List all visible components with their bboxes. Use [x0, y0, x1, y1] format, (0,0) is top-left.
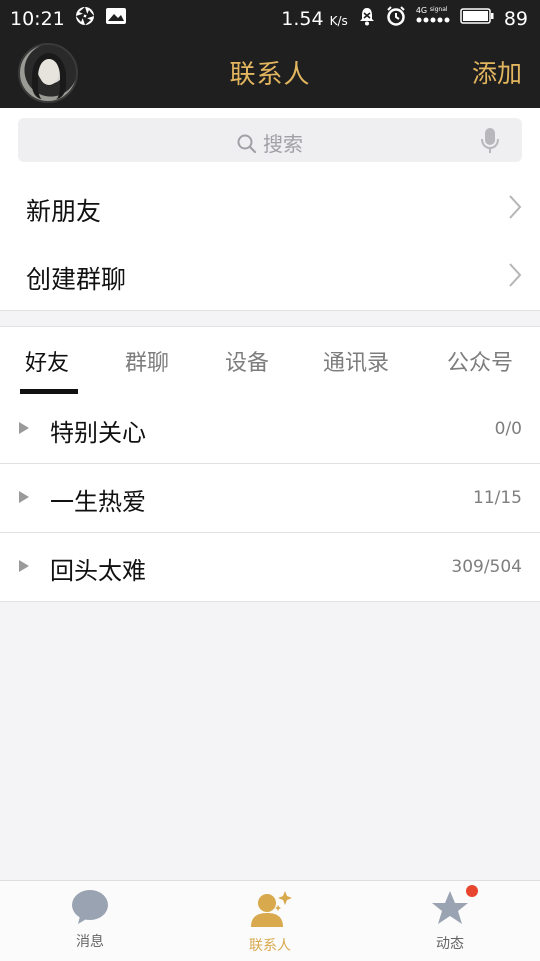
battery-level: 89 — [503, 7, 528, 30]
speed-value: 1.54 — [281, 7, 324, 30]
search-placeholder: 搜索 — [263, 132, 303, 156]
chevron-right-icon — [508, 262, 522, 292]
search-icon — [237, 134, 257, 154]
bottom-navigation: 消息 联系人 动态 — [0, 880, 540, 961]
nav-moments[interactable]: 动态 — [400, 885, 500, 953]
friend-group-row[interactable]: 一生热爱 11/15 — [0, 464, 540, 533]
search-inner: 搜索 — [18, 128, 522, 157]
nav-messages-label: 消息 — [76, 934, 104, 950]
new-friends-label: 新朋友 — [26, 197, 102, 226]
page-title: 联系人 — [229, 60, 311, 90]
friend-group-name: 特别关心 — [50, 419, 146, 447]
microphone-icon[interactable] — [480, 127, 500, 159]
create-group-chat-label: 创建群聊 — [26, 265, 127, 294]
tab-address-book[interactable]: 通讯录 — [323, 345, 389, 377]
image-icon — [105, 6, 127, 31]
expand-triangle-icon — [19, 491, 29, 503]
create-group-chat-row[interactable]: 创建群聊 — [0, 242, 540, 311]
clock: 10:21 — [10, 7, 65, 30]
contact-tabs: 好友 群聊 设备 通讯录 公众号 — [0, 326, 540, 396]
nav-messages[interactable]: 消息 — [40, 889, 140, 951]
status-bar: 10:21 1.54 K/s 4G signal 89 — [0, 0, 540, 34]
friend-group-row[interactable]: 特别关心 0/0 — [0, 395, 540, 464]
tab-group-chats[interactable]: 群聊 — [125, 345, 169, 377]
search-section: 搜索 — [0, 108, 540, 175]
add-button[interactable]: 添加 — [472, 54, 522, 90]
speed-unit: K/s — [329, 13, 348, 28]
friend-group-row[interactable]: 回头太难 309/504 — [0, 533, 540, 602]
network-speed: 1.54 K/s — [281, 8, 348, 30]
signal-label: signal — [429, 5, 448, 13]
active-tab-indicator — [20, 389, 78, 394]
status-right: 1.54 K/s 4G signal 89 — [281, 6, 528, 31]
mute-bell-icon — [358, 6, 376, 31]
tab-devices[interactable]: 设备 — [225, 345, 269, 377]
tab-official-accounts[interactable]: 公众号 — [447, 345, 513, 377]
battery-icon — [460, 7, 494, 30]
friend-group-name: 一生热爱 — [50, 488, 146, 516]
contact-person-icon — [251, 891, 292, 927]
friend-group-name: 回头太难 — [50, 557, 146, 585]
notification-badge — [466, 885, 478, 897]
expand-triangle-icon — [19, 560, 29, 572]
friend-group-count: 11/15 — [473, 488, 522, 508]
network-type: 4G — [415, 5, 428, 15]
search-input[interactable]: 搜索 — [18, 118, 522, 162]
nav-moments-label: 动态 — [436, 936, 464, 952]
friend-group-count: 309/504 — [451, 557, 522, 577]
friend-group-count: 0/0 — [494, 419, 522, 439]
new-friends-row[interactable]: 新朋友 — [0, 174, 540, 243]
chat-bubble-icon — [72, 890, 108, 924]
aperture-icon — [75, 6, 95, 31]
signal-dots-icon — [416, 17, 450, 22]
nav-contacts-label: 联系人 — [249, 938, 291, 954]
tab-friends[interactable]: 好友 — [25, 345, 69, 377]
status-left: 10:21 — [10, 6, 127, 31]
signal-indicator: 4G signal — [415, 5, 450, 29]
expand-triangle-icon — [19, 422, 29, 434]
title-bar: 联系人 添加 — [0, 34, 540, 108]
alarm-clock-icon — [386, 6, 406, 31]
chevron-right-icon — [508, 194, 522, 224]
nav-contacts[interactable]: 联系人 — [220, 889, 320, 955]
star-icon — [432, 891, 468, 924]
